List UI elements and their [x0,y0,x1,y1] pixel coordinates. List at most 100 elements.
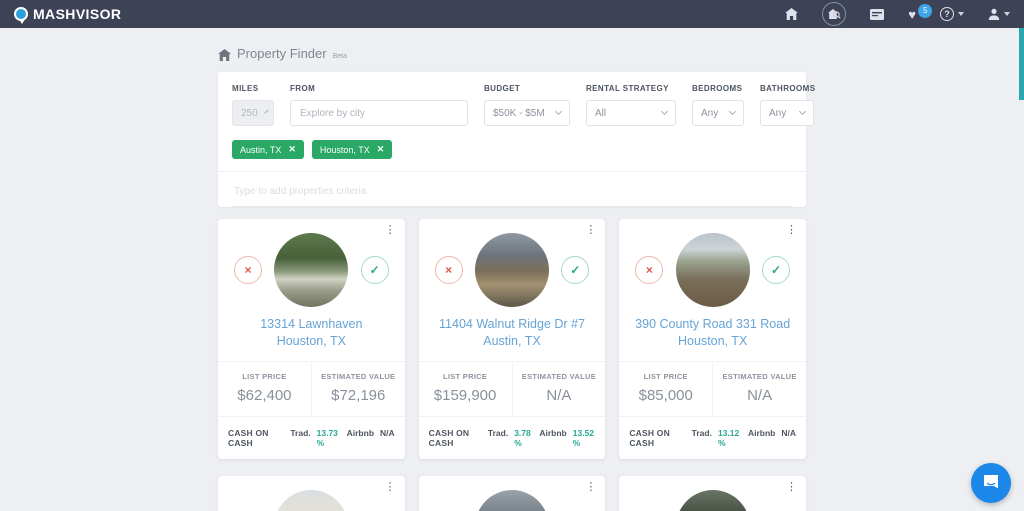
property-city[interactable]: Houston, TX [226,333,397,350]
chevron-down-icon [958,12,964,16]
favorites-heart-icon[interactable]: ♥ 5 [908,8,916,21]
mashvisor-pin-icon [14,7,28,21]
beta-badge: Beta [333,53,347,60]
list-price-label: LIST PRICE [222,372,307,381]
property-address-link[interactable]: 11404 Walnut Ridge Dr #7 [427,316,598,333]
list-price-value: $85,000 [623,387,708,404]
property-city[interactable]: Houston, TX [627,333,798,350]
mashvisor-logo[interactable]: MASHVISOR [14,6,121,22]
billing-icon[interactable] [870,9,884,20]
account-menu[interactable] [988,8,1010,20]
list-price-label: LIST PRICE [423,372,508,381]
chat-bubble-icon [981,473,1001,493]
property-card: ⋮ × ✓ 108 RyLee Austin, TX LIST PRICE ES… [218,476,405,511]
property-photo[interactable] [475,233,549,307]
property-photo[interactable] [274,490,348,511]
budget-select[interactable]: $50K - $5M [484,100,570,126]
heart-glyph: ♥ [908,8,916,21]
property-photo[interactable] [676,490,750,511]
city-search-input[interactable] [290,100,468,126]
reject-property-button[interactable]: × [635,256,663,284]
trad-label: Trad. [290,428,310,438]
trad-coc-value: 13.12 % [718,428,742,448]
from-label: FROM [290,84,468,93]
top-navbar: MASHVISOR ♥ 5 ? [0,0,1024,28]
estimated-value-label: ESTIMATED VALUE [517,372,602,381]
page-title: Property Finder [237,46,327,61]
bathrooms-select[interactable]: Any [760,100,814,126]
reject-property-button[interactable]: × [234,256,262,284]
property-card: ⋮ × ✓ 390 County Road 331 Road Houston, … [619,219,806,459]
property-card: ⋮ × ✓ 13314 Lawnhaven Houston, TX LIST P… [218,219,405,459]
property-finder-icon[interactable] [822,2,846,26]
property-cards-grid: ⋮ × ✓ 13314 Lawnhaven Houston, TX LIST P… [218,219,806,511]
card-menu-icon[interactable]: ⋮ [585,482,596,493]
estimated-value-label: ESTIMATED VALUE [717,372,802,381]
airbnb-label: Airbnb [748,428,775,438]
property-city[interactable]: Austin, TX [427,333,598,350]
remove-tag-icon[interactable]: ✕ [377,144,385,155]
criteria-input[interactable] [234,186,790,197]
estimated-value-label: ESTIMATED VALUE [316,372,401,381]
city-tag: Austin, TX✕ [232,140,304,159]
bathrooms-label: BATHROOMS [760,84,815,93]
cash-on-cash-label: CASH ON CASH [429,428,478,448]
city-tags: Austin, TX✕ Houston, TX✕ [232,140,792,159]
chevron-down-icon [1004,12,1010,16]
list-price-value: $62,400 [222,387,307,404]
favorites-count-badge: 5 [918,4,932,18]
breadcrumb: Property Finder Beta [218,46,806,64]
airbnb-coc-value: 13.52 % [573,428,596,448]
property-photo[interactable] [676,233,750,307]
accept-property-button[interactable]: ✓ [361,256,389,284]
chat-launcher-button[interactable] [971,463,1011,503]
help-menu[interactable]: ? [940,7,964,21]
airbnb-label: Airbnb [539,428,566,438]
trad-label: Trad. [488,428,508,438]
trad-coc-value: 13.73 % [317,428,341,448]
miles-label: MILES [232,84,274,93]
trad-coc-value: 3.78 % [514,428,533,448]
chevron-down-icon [661,108,668,115]
estimated-value: $72,196 [316,387,401,404]
cash-on-cash-label: CASH ON CASH [629,428,681,448]
home-icon[interactable] [785,8,798,20]
card-menu-icon[interactable]: ⋮ [385,482,396,493]
property-address-link[interactable]: 13314 Lawnhaven [226,316,397,333]
property-address-link[interactable]: 390 County Road 331 Road [627,316,798,333]
brand-name: MASHVISOR [33,6,121,22]
city-tag: Houston, TX✕ [312,140,392,159]
card-menu-icon[interactable]: ⋮ [585,225,596,236]
filter-panel: MILES 250 FROM BUDGET $50K - $5M RENTAL … [218,72,806,207]
home-icon [218,49,231,61]
airbnb-coc-value: N/A [380,428,395,438]
property-photo[interactable] [274,233,348,307]
remove-tag-icon[interactable]: ✕ [288,144,296,155]
property-card: ⋮ × ✓ 7101 Siepel DR Austin, TX LIST PRI… [419,476,606,511]
active-ring [822,2,846,26]
trad-label: Trad. [692,428,712,438]
bedrooms-select[interactable]: Any [692,100,744,126]
card-menu-icon[interactable]: ⋮ [786,225,797,236]
miles-select[interactable]: 250 [232,100,274,126]
budget-label: BUDGET [484,84,570,93]
property-card: ⋮ × ✓ 11404 Walnut Ridge Dr #7 Austin, T… [419,219,606,459]
rental-strategy-label: RENTAL STRATEGY [586,84,676,93]
chevron-down-icon [555,108,562,115]
chevron-down-icon [729,108,736,115]
bedrooms-label: BEDROOMS [692,84,744,93]
airbnb-label: Airbnb [347,428,374,438]
property-photo[interactable] [475,490,549,511]
help-icon: ? [940,7,954,21]
card-menu-icon[interactable]: ⋮ [385,225,396,236]
list-price-label: LIST PRICE [623,372,708,381]
chevron-down-icon [799,108,806,115]
accept-property-button[interactable]: ✓ [762,256,790,284]
reject-property-button[interactable]: × [435,256,463,284]
rental-strategy-select[interactable]: All [586,100,676,126]
card-menu-icon[interactable]: ⋮ [786,482,797,493]
accept-property-button[interactable]: ✓ [561,256,589,284]
person-icon [988,8,1000,20]
airbnb-coc-value: N/A [781,428,796,438]
scrollbar-thumb[interactable] [1019,28,1024,100]
